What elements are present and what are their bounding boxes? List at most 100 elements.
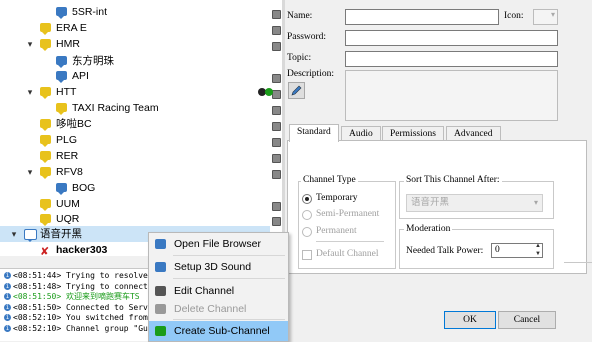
password-field[interactable] bbox=[345, 30, 558, 46]
log-text: <08:51:44> Trying to resolve bbox=[13, 271, 148, 280]
tree-row-label: TAXI Racing Team bbox=[72, 102, 159, 114]
tree-channel-row[interactable]: BOG bbox=[0, 180, 270, 196]
info-icon: i bbox=[4, 282, 11, 290]
lock-icon bbox=[272, 202, 281, 211]
tab-audio[interactable]: Audio bbox=[341, 126, 381, 141]
create-channel-dialog: Name: Icon: ▾ Password: Topic: Descripti… bbox=[282, 0, 592, 340]
topic-field[interactable] bbox=[345, 51, 558, 67]
menu-item-create-sub-channel[interactable]: Create Sub-Channel bbox=[149, 321, 288, 341]
lock-icon bbox=[272, 217, 281, 226]
chat-log[interactable]: i <08:51:44> Trying to resolve i <08:51:48>… bbox=[0, 268, 150, 341]
tab-permissions[interactable]: Permissions bbox=[382, 126, 444, 141]
tree-channel-row[interactable]: API bbox=[0, 68, 270, 84]
tree-channel-row[interactable]: ▾ HTT bbox=[0, 84, 270, 100]
standard-tab-panel: Channel Type Temporary Semi-Permanent Pe… bbox=[287, 140, 587, 274]
menu-item-open-file-browser[interactable]: Open File Browser bbox=[149, 234, 288, 254]
channel-type-title: Channel Type bbox=[301, 175, 358, 185]
channel-icon bbox=[56, 71, 67, 83]
tree-channel-row[interactable]: 东方明珠 bbox=[0, 53, 270, 69]
expand-arrow-icon[interactable]: ▾ bbox=[25, 36, 35, 52]
chevron-down-icon: ▾ bbox=[550, 10, 555, 19]
menu-item-label: Edit Channel bbox=[174, 285, 235, 297]
3d-sound-icon bbox=[155, 262, 166, 272]
info-icon: i bbox=[4, 272, 11, 279]
channel-icon bbox=[40, 39, 51, 51]
pencil-icon bbox=[291, 85, 302, 96]
edit-description-button[interactable] bbox=[288, 82, 305, 99]
lock-icon bbox=[272, 42, 281, 51]
spin-arrows-icon[interactable]: ▲ ▼ bbox=[535, 242, 541, 258]
description-field[interactable] bbox=[345, 70, 558, 121]
channel-icon bbox=[40, 23, 51, 35]
expand-arrow-icon[interactable]: ▾ bbox=[25, 84, 35, 100]
temporary-radio[interactable] bbox=[302, 194, 312, 204]
log-line: i <08:51:50> Connected to Serve bbox=[4, 303, 150, 313]
lock-icon bbox=[272, 138, 281, 147]
tab-advanced[interactable]: Advanced bbox=[446, 126, 501, 141]
log-text: <08:51:50> 欢迎来到嘀跑赛车TS bbox=[13, 292, 140, 302]
tree-channel-row[interactable]: UQR bbox=[0, 211, 270, 227]
needed-talk-power-spinbox[interactable]: 0 ▲ ▼ bbox=[491, 243, 543, 258]
log-text: <08:51:50> Connected to Serve bbox=[13, 302, 150, 312]
tree-channel-row[interactable]: ▾ RFV8 bbox=[0, 164, 270, 180]
tree-row-label: UUM bbox=[56, 198, 80, 210]
tree-channel-row[interactable]: ▾ HMR bbox=[0, 36, 270, 52]
log-text: <08:51:48> Trying to connect bbox=[13, 281, 148, 291]
tree-row-label: 5SR-int bbox=[72, 6, 108, 18]
tab-standard[interactable]: Standard bbox=[289, 124, 339, 142]
menu-item-setup-3d-sound[interactable]: Setup 3D Sound bbox=[149, 257, 288, 277]
tree-channel-row[interactable]: 哆啦BC bbox=[0, 116, 270, 132]
log-text: <08:52:10> Channel group "Gue bbox=[13, 324, 150, 333]
chevron-down-icon: ▾ bbox=[533, 198, 538, 207]
lock-icon bbox=[272, 106, 281, 115]
tree-channel-row[interactable]: TAXI Racing Team bbox=[0, 100, 270, 116]
menu-item-label: Create Sub-Channel bbox=[174, 325, 270, 337]
menu-item-delete-channel[interactable]: Delete Channel bbox=[149, 299, 288, 319]
channel-status-icon bbox=[265, 88, 273, 96]
icon-select[interactable]: ▾ bbox=[533, 9, 558, 25]
lock-icon bbox=[272, 122, 281, 131]
default-channel-checkbox[interactable] bbox=[302, 250, 312, 260]
tree-channel-row[interactable]: 5SR-int bbox=[0, 4, 270, 20]
semi-permanent-label: Semi-Permanent bbox=[316, 209, 380, 219]
channel-icon bbox=[56, 56, 67, 68]
sort-after-value: 语音开黑 bbox=[411, 197, 450, 208]
semi-permanent-radio[interactable] bbox=[302, 210, 312, 220]
log-text: <08:52:10> You switched from bbox=[13, 313, 148, 323]
lock-icon bbox=[272, 26, 281, 35]
channel-icon bbox=[40, 87, 51, 99]
moderation-title: Moderation bbox=[404, 224, 453, 234]
tree-row-label: API bbox=[72, 70, 89, 82]
log-line: i <08:52:10> Channel group "Gue bbox=[4, 324, 150, 334]
tree-row-label: HTT bbox=[56, 86, 77, 98]
channel-icon bbox=[56, 7, 67, 19]
name-field[interactable] bbox=[345, 9, 499, 25]
tree-channel-row[interactable]: PLG bbox=[0, 132, 270, 148]
sort-after-select[interactable]: 语音开黑 ▾ bbox=[406, 194, 543, 212]
tree-channel-row[interactable]: UUM bbox=[0, 196, 270, 212]
info-icon: i bbox=[4, 314, 11, 322]
edit-channel-icon bbox=[155, 286, 166, 296]
tree-row-label: RFV8 bbox=[56, 166, 83, 178]
channel-type-divider bbox=[316, 241, 384, 242]
permanent-radio[interactable] bbox=[302, 227, 312, 237]
dialog-edge bbox=[564, 262, 592, 263]
icon-label: Icon: bbox=[504, 11, 524, 21]
menu-item-edit-channel[interactable]: Edit Channel bbox=[149, 281, 288, 301]
needed-talk-power-value: 0 bbox=[495, 245, 500, 255]
cancel-button[interactable]: Cancel bbox=[498, 311, 556, 329]
info-icon: i bbox=[4, 325, 11, 332]
info-icon: i bbox=[4, 293, 11, 301]
channel-tree[interactable]: 5SR-int ERA E ▾ HMR 东方明珠 API ▾ HTT TAXI Racing T… bbox=[0, 0, 282, 256]
channel-icon bbox=[56, 103, 67, 115]
tree-channel-row[interactable]: RER bbox=[0, 148, 270, 164]
channel-icon bbox=[40, 119, 51, 131]
ok-button[interactable]: OK bbox=[444, 311, 496, 329]
tree-channel-row[interactable]: ERA E bbox=[0, 20, 270, 36]
topic-label: Topic: bbox=[287, 53, 312, 63]
expand-arrow-icon[interactable]: ▾ bbox=[9, 226, 19, 242]
needed-talk-power-label: Needed Talk Power: bbox=[406, 246, 484, 256]
channel-icon bbox=[24, 229, 37, 242]
expand-arrow-icon[interactable]: ▾ bbox=[25, 164, 35, 180]
tree-row-label: 语音开黑 bbox=[40, 228, 82, 240]
